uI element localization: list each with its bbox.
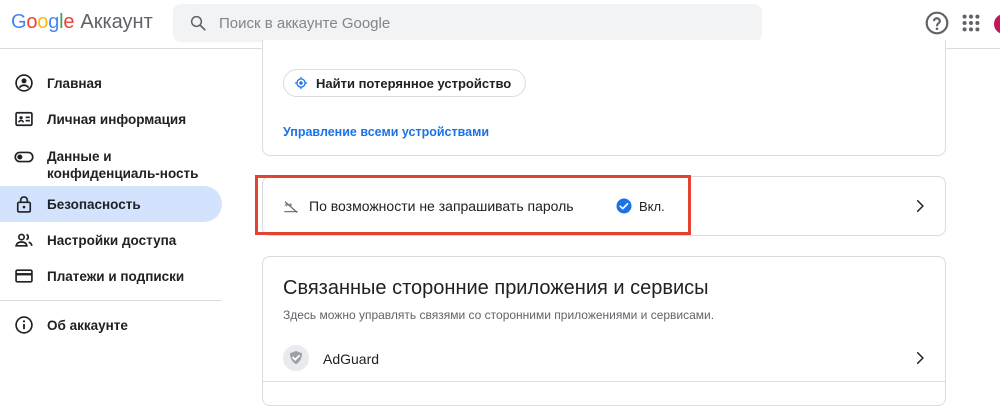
sidebar-item-about[interactable]: Об аккаунте [0,307,222,343]
search-input[interactable] [219,4,739,42]
location-target-icon [294,76,308,90]
sidebar-item-home[interactable]: Главная [0,65,222,101]
chevron-right-icon [916,199,924,213]
product-name: Аккаунт [80,11,153,33]
devices-card: Найти потерянное устройство Управление в… [262,40,946,156]
sidebar-item-label: Платежи и подписки [47,268,185,284]
section-description: Здесь можно управлять связями со сторонн… [283,308,715,322]
google-logo: Google [11,11,75,33]
account-circle-icon [15,74,33,92]
adguard-logo [283,345,309,371]
sidebar-item-payments[interactable]: Платежи и подписки [0,258,222,294]
highlight-frame [255,175,691,235]
sidebar-item-label: Личная информация [47,111,187,127]
lock-icon [16,196,32,213]
people-icon [15,233,33,247]
sidebar-item-label: Настройки доступа [47,232,177,248]
info-icon [15,316,33,334]
section-title: Связанные сторонние приложения и сервисы [283,277,709,299]
avatar[interactable] [994,14,1000,34]
sidebar-item-sharing[interactable]: Настройки доступа [0,222,222,258]
list-item[interactable]: AdGuard [263,337,945,381]
sidebar-item-personal-info[interactable]: Личная информация [0,101,222,137]
find-device-button[interactable]: Найти потерянное устройство [283,69,527,97]
sidebar-item-data-privacy[interactable]: Данные и конфиденциаль-ность [0,145,222,185]
credit-card-icon [15,269,33,283]
apps-grid-icon[interactable] [960,12,982,34]
sidebar-item-security[interactable]: Безопасность [0,186,222,222]
chevron-right-icon [916,351,924,365]
sidebar-item-label: Об аккаунте [47,317,128,333]
search-bar[interactable] [173,4,762,42]
sidebar-divider [0,300,222,301]
sidebar-item-label: Безопасность [47,196,141,212]
app-name: AdGuard [323,351,380,367]
sidebar-item-label: Данные и конфиденциаль-ность [47,149,199,181]
id-card-icon [15,111,33,127]
search-icon[interactable] [189,14,207,32]
manage-devices-link[interactable]: Управление всеми устройствами [283,125,489,139]
sidebar-item-label: Главная [47,75,102,91]
list-divider [263,381,945,382]
find-device-label: Найти потерянное устройство [316,75,512,91]
google-account-logo[interactable]: Google Аккаунт [11,11,153,35]
toggle-icon [14,151,34,163]
help-circle-icon[interactable] [924,10,950,36]
